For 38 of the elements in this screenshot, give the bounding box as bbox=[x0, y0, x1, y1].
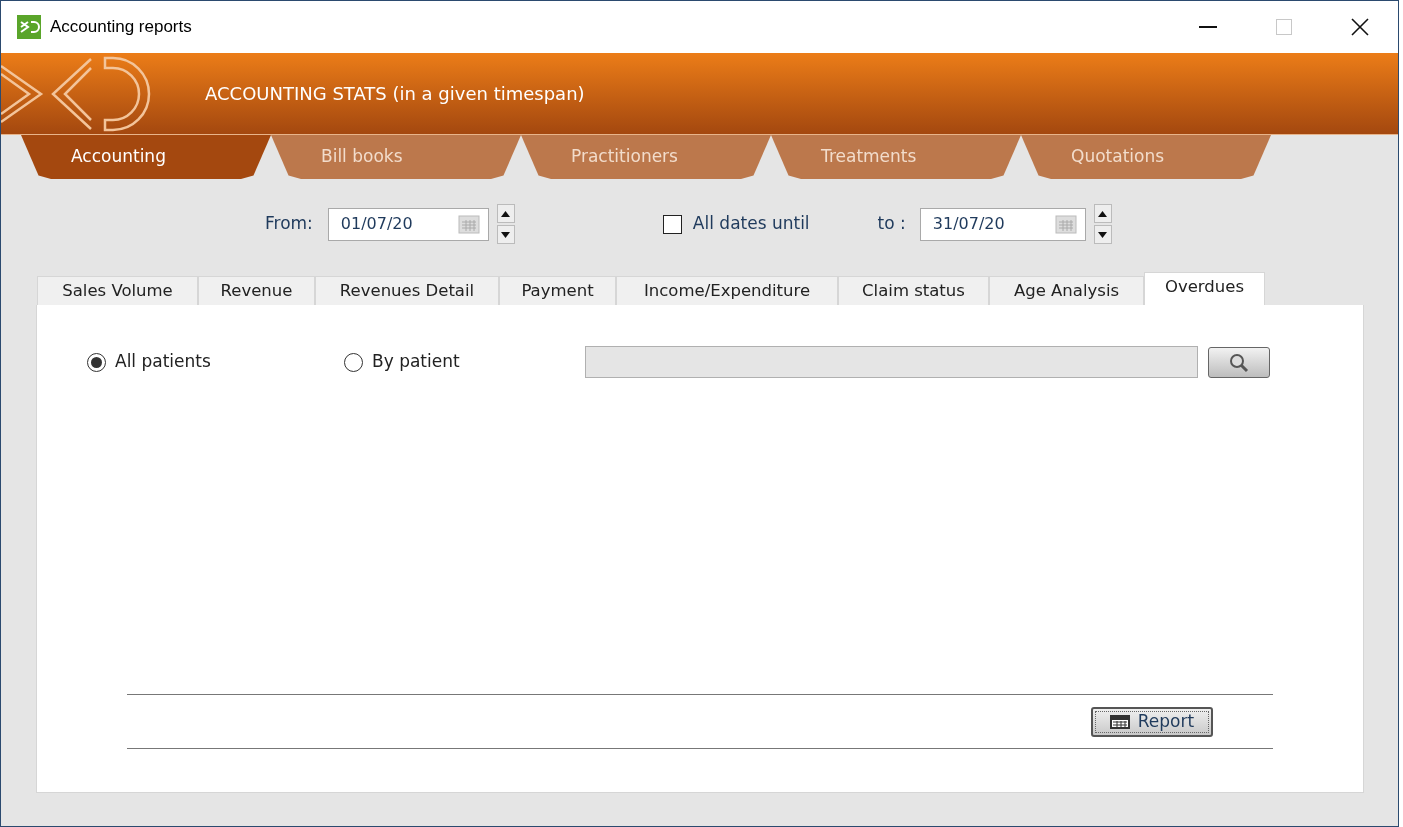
all-dates-label: All dates until bbox=[692, 212, 810, 236]
search-button[interactable] bbox=[1208, 347, 1270, 378]
up-arrow-icon bbox=[1098, 210, 1108, 217]
report-tab[interactable]: Age Analysis bbox=[989, 276, 1144, 305]
report-tab[interactable]: Revenue bbox=[198, 276, 315, 305]
to-label: to : bbox=[877, 212, 906, 236]
up-arrow-icon bbox=[501, 210, 511, 217]
radio-button[interactable] bbox=[344, 352, 363, 372]
radio-button[interactable] bbox=[87, 352, 106, 372]
from-label: From: bbox=[265, 212, 313, 236]
maximize-icon bbox=[1276, 19, 1292, 35]
date-field[interactable]: 01/07/20 bbox=[327, 207, 489, 241]
search-icon bbox=[1228, 352, 1250, 373]
report-tab[interactable]: Payment bbox=[499, 276, 616, 305]
spin-up-button[interactable] bbox=[496, 204, 515, 223]
down-arrow-icon bbox=[1098, 231, 1108, 238]
report-tab[interactable]: Claim status bbox=[838, 276, 989, 305]
minimize-icon bbox=[1199, 26, 1217, 28]
radio-label: All patients bbox=[115, 350, 211, 374]
checkbox[interactable] bbox=[662, 214, 682, 234]
close-icon bbox=[1351, 18, 1369, 36]
report-tab[interactable]: Income/Expenditure bbox=[616, 276, 838, 305]
main-tab[interactable]: Accounting bbox=[21, 135, 271, 179]
app-logo-icon bbox=[17, 15, 41, 39]
spin-down-button[interactable] bbox=[496, 225, 515, 244]
report-tab[interactable]: Overdues bbox=[1144, 272, 1265, 305]
window-title: Accounting reports bbox=[50, 16, 192, 39]
table-icon bbox=[1109, 714, 1130, 729]
date-field[interactable]: 31/07/20 bbox=[919, 207, 1086, 241]
spin-up-button[interactable] bbox=[1093, 204, 1112, 223]
report-button[interactable]: Report bbox=[1091, 706, 1213, 737]
down-arrow-icon bbox=[501, 231, 511, 238]
header-title: ACCOUNTING STATS (in a given timespan) bbox=[205, 82, 585, 106]
spin-down-button[interactable] bbox=[1093, 225, 1112, 244]
radio-label: By patient bbox=[372, 350, 460, 374]
patient-search-field[interactable] bbox=[585, 346, 1198, 378]
report-tab[interactable]: Sales Volume bbox=[37, 276, 198, 305]
report-tab[interactable]: Revenues Detail bbox=[315, 276, 499, 305]
